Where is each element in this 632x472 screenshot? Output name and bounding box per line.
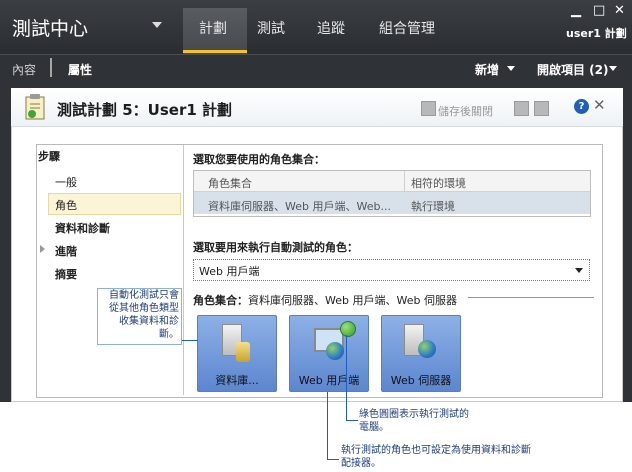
subnav-contents[interactable]: 內容 xyxy=(12,61,36,78)
step-data-diagnostics[interactable]: 資料和診斷 xyxy=(55,220,110,236)
save-and-close-button[interactable]: 儲存後關閉 xyxy=(438,103,493,119)
save-close-icon[interactable] xyxy=(421,101,436,116)
role-tile-label: 資料庫... xyxy=(215,374,259,387)
row-role-set[interactable]: 資料庫伺服器、Web 用戶端、Web... xyxy=(208,198,391,214)
role-set-summary-label: 角色集合： xyxy=(193,294,248,307)
user-name[interactable]: user1 計劃 xyxy=(566,25,627,41)
tab-portfolio[interactable]: 組合管理 xyxy=(379,18,435,38)
top-app-bar xyxy=(0,0,632,54)
new-button[interactable]: 新增 xyxy=(475,61,499,78)
step-summary[interactable]: 摘要 xyxy=(55,266,77,282)
role-set-label: 選取您要使用的角色集合： xyxy=(193,153,325,166)
open-items-button[interactable]: 開啟項目 (2) xyxy=(537,61,609,78)
close-dialog-icon[interactable]: ✕ xyxy=(593,96,606,114)
column-header-environment[interactable]: 相符的環境 xyxy=(411,175,466,191)
open-items-chevron-down-icon[interactable] xyxy=(609,66,617,71)
step-advanced[interactable]: 進階 xyxy=(55,243,77,259)
callout-green-tick xyxy=(346,420,358,421)
role-set-summary-value: 資料庫伺服器、Web 用戶端、Web 伺服器 xyxy=(248,294,457,307)
callout-green-line xyxy=(346,335,347,421)
refresh-icon[interactable] xyxy=(534,101,549,116)
run-role-label: 選取要用來執行自動測試的角色： xyxy=(193,241,358,254)
save-icon[interactable] xyxy=(514,101,529,116)
callout-bottom-line xyxy=(327,392,328,460)
callout-left-text: 自動化測試只會從其他角色類型收集資料和診斷。 xyxy=(109,290,179,340)
callout-left-line xyxy=(182,340,198,341)
run-role-value[interactable]: Web 用戶端 xyxy=(199,263,259,279)
callout-left: 自動化測試只會從其他角色類型收集資料和診斷。 xyxy=(97,288,182,345)
row-environment[interactable]: 執行環境 xyxy=(411,198,455,214)
app-title[interactable]: 測試中心 xyxy=(12,14,88,41)
expand-arrow-icon[interactable] xyxy=(40,245,45,253)
panel-divider xyxy=(183,145,184,395)
grid-header xyxy=(194,171,590,192)
callout-green-text: 綠色圓圈表示執行測試的電腦。 xyxy=(359,409,469,433)
role-tile-label: Web 伺服器 xyxy=(390,374,452,387)
dialog-title: 測試計劃 5：User1 計劃 xyxy=(57,101,232,119)
maximize-icon[interactable]: □ xyxy=(593,3,605,18)
close-window-icon[interactable]: ✕ xyxy=(614,3,625,18)
help-icon[interactable]: ? xyxy=(574,99,589,114)
active-tab-underline xyxy=(183,50,247,53)
new-chevron-down-icon[interactable] xyxy=(507,66,515,71)
callout-bottom-tick xyxy=(327,459,339,460)
subnav-properties[interactable]: 屬性 xyxy=(68,61,92,78)
role-tile-web-client[interactable]: Web 用戶端 xyxy=(289,315,369,392)
subnav-separator xyxy=(50,58,52,77)
running-indicator-icon xyxy=(340,321,356,337)
step-roles[interactable]: 角色 xyxy=(55,197,77,213)
role-tile-web-server[interactable]: Web 伺服器 xyxy=(381,315,461,392)
chevron-down-icon[interactable] xyxy=(575,268,583,273)
tab-test[interactable]: 測試 xyxy=(257,18,285,38)
globe-icon xyxy=(418,340,436,358)
role-tile-label: Web 用戶端 xyxy=(298,374,360,387)
role-set-summary: 角色集合：資料庫伺服器、Web 用戶端、Web 伺服器 xyxy=(193,292,457,308)
steps-heading: 步驟 xyxy=(38,150,60,163)
tab-track[interactable]: 追蹤 xyxy=(317,18,345,38)
globe-icon xyxy=(326,342,344,360)
step-general[interactable]: 一般 xyxy=(55,174,77,190)
grid-column-separator xyxy=(404,171,405,191)
tab-plan[interactable]: 計劃 xyxy=(199,18,227,38)
app-menu-dropdown-icon[interactable] xyxy=(152,22,162,28)
callout-bottom-text: 執行測試的角色也可設定為使用資料和診斷配接器。 xyxy=(341,445,531,469)
column-header-role-set[interactable]: 角色集合 xyxy=(208,175,252,191)
test-plan-icon xyxy=(25,94,45,120)
database-icon xyxy=(236,342,250,362)
summary-rule xyxy=(468,297,594,298)
role-tile-database[interactable]: 資料庫... xyxy=(197,315,277,392)
minimize-icon[interactable]: ▁ xyxy=(571,3,581,18)
